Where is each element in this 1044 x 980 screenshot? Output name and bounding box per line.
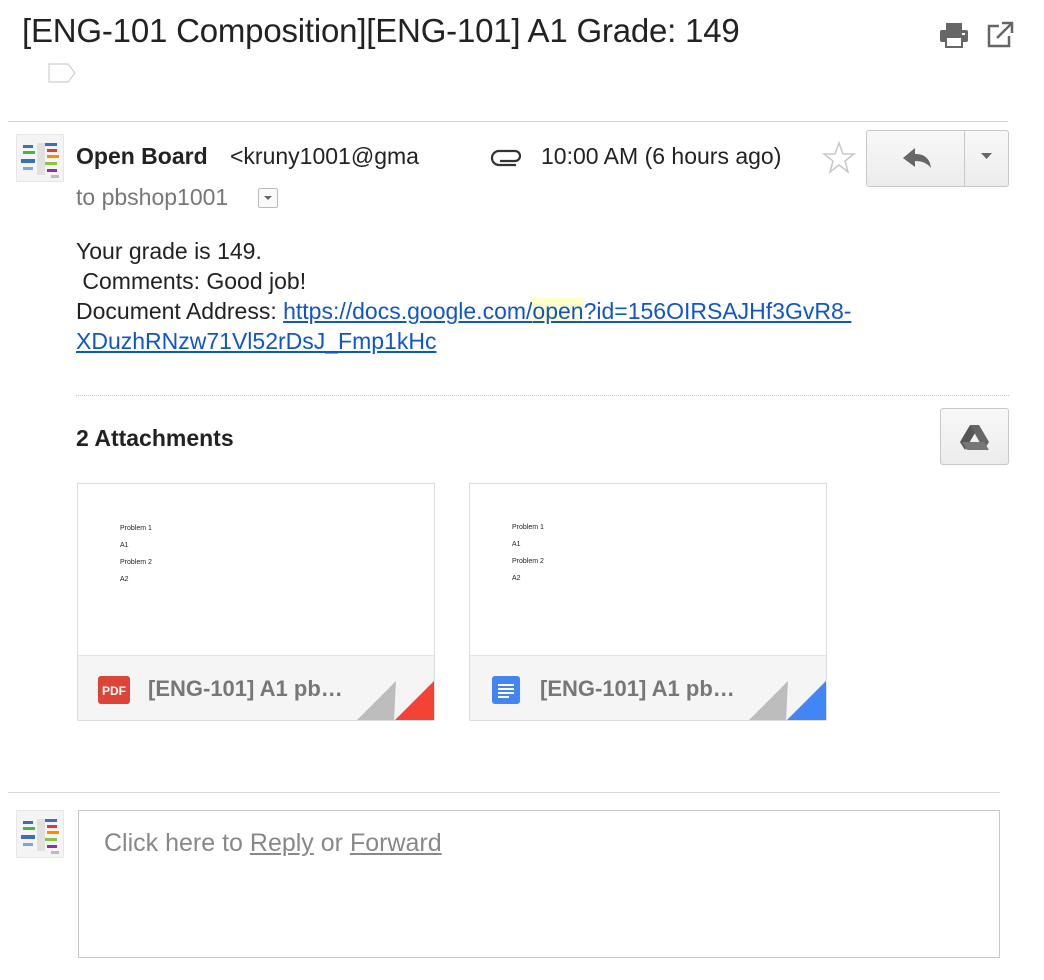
attachment-corner-fold: [749, 681, 826, 720]
preview-line: Problem 2: [512, 558, 544, 565]
attachment-footer: [ENG-101] A1 pb…: [470, 655, 826, 720]
preview-line: Problem 2: [120, 559, 152, 566]
attachment-filename: [ENG-101] A1 pb…: [148, 676, 343, 701]
attachment-card-pdf[interactable]: Problem 1 A1 Problem 2 A2 PDF [ENG-101] …: [77, 483, 435, 721]
sender-name[interactable]: Open Board: [76, 143, 208, 170]
link-part-2: ?id=156OIRSAJHf3GvR8-: [583, 298, 852, 324]
attachment-card-doc[interactable]: Problem 1 A1 Problem 2 A2 [ENG-101] A1 p…: [469, 483, 827, 721]
star-icon[interactable]: [821, 140, 857, 176]
print-icon[interactable]: [937, 20, 971, 50]
sender-avatar: [16, 134, 64, 182]
preview-line: A2: [120, 576, 129, 583]
preview-line: A2: [512, 575, 521, 582]
sender-email: <kruny1001@gma: [230, 143, 419, 169]
chevron-down-icon: [981, 153, 992, 159]
attachment-footer: PDF [ENG-101] A1 pb…: [78, 655, 434, 720]
reply-link[interactable]: Reply: [250, 829, 314, 857]
attachment-corner-fold: [357, 681, 434, 720]
pdf-file-icon: PDF: [98, 676, 130, 704]
forward-link[interactable]: Forward: [350, 829, 442, 857]
message-body: Your grade is 149. Comments: Good job! D…: [76, 236, 996, 356]
attachment-filename: [ENG-101] A1 pb…: [540, 676, 735, 701]
my-avatar: [16, 810, 64, 858]
email-subject: [ENG-101 Composition][ENG-101] A1 Grade:…: [22, 12, 740, 49]
reply-arrow-icon: [903, 148, 931, 168]
paperclip-icon: [490, 149, 522, 167]
google-drive-icon: [960, 425, 989, 450]
reply-button[interactable]: [867, 131, 964, 186]
reply-prompt-prefix: Click here to: [104, 829, 250, 857]
reply-compose-box[interactable]: Click here to Reply or Forward: [78, 810, 1000, 958]
attachment-preview: Problem 1 A1 Problem 2 A2: [470, 484, 826, 655]
google-doc-file-icon: [492, 676, 520, 704]
open-in-new-window-icon[interactable]: [985, 20, 1015, 50]
reply-prompt-middle: or: [313, 829, 350, 857]
document-address-label: Document Address:: [76, 298, 284, 324]
message-time: 10:00 AM (6 hours ago): [541, 143, 782, 169]
recipient-details-dropdown[interactable]: [258, 188, 278, 208]
more-actions-button[interactable]: [965, 131, 1008, 186]
header-divider: [8, 121, 1008, 122]
label-tag-icon[interactable]: [48, 63, 76, 83]
small-chevron-down-icon: [264, 196, 272, 200]
attachment-preview: Problem 1 A1 Problem 2 A2: [78, 484, 434, 655]
mindmap-avatar-icon: [21, 819, 59, 854]
attachments-title: 2 Attachments: [76, 425, 234, 451]
preview-line: A1: [120, 542, 129, 549]
document-link[interactable]: https://docs.google.com/open?id=156OIRSA…: [283, 298, 851, 324]
pdf-badge-text: PDF: [102, 684, 126, 698]
body-line-grade: Your grade is 149.: [76, 238, 262, 264]
document-link-continued[interactable]: XDuzhRNzw71Vl52rDsJ_Fmp1kHc: [76, 328, 436, 354]
body-line-comments: Comments: Good job!: [76, 268, 307, 294]
link-part-1: https://docs.google.com/: [283, 298, 533, 324]
mindmap-avatar-icon: [21, 143, 59, 178]
reply-button-group: [866, 130, 1009, 187]
attachments-divider: [76, 395, 1009, 396]
preview-line: A1: [512, 541, 521, 548]
link-highlight: open: [532, 298, 584, 324]
reply-divider: [8, 792, 1000, 793]
save-all-to-drive-button[interactable]: [940, 408, 1009, 465]
reply-prompt: Click here to Reply or Forward: [104, 829, 442, 858]
preview-line: Problem 1: [512, 524, 544, 531]
preview-line: Problem 1: [120, 525, 152, 532]
recipient-line: to pbshop1001: [76, 184, 229, 210]
